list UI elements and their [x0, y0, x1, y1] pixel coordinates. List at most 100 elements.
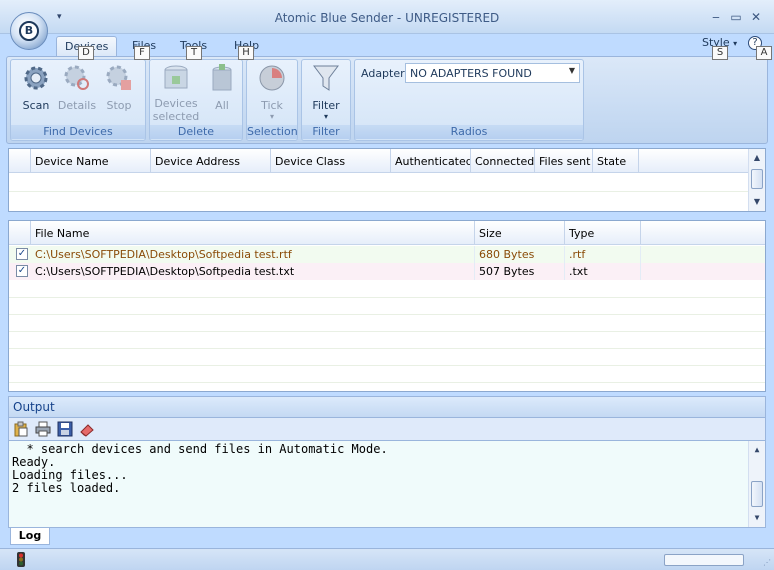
grid-line — [9, 365, 765, 366]
devices-grid-header: Device Name Device Address Device Class … — [9, 149, 749, 173]
scroll-down-icon[interactable]: ▼ — [749, 195, 765, 209]
title-bar: ▾ Atomic Blue Sender - UNREGISTERED ‒ ▭ … — [0, 0, 774, 34]
tick-label: Tick — [261, 99, 283, 112]
tick-dropdown-icon: ▾ — [269, 112, 274, 121]
file-name-cell: C:\Users\SOFTPEDIA\Desktop\Softpedia tes… — [31, 263, 475, 280]
files-grid-header: File Name Size Type — [9, 221, 765, 245]
stop-button[interactable]: Stop — [99, 62, 139, 126]
chevron-down-icon: ▾ — [733, 39, 738, 48]
app-logo: B — [19, 21, 39, 41]
devices-grid[interactable]: Device Name Device Address Device Class … — [8, 148, 766, 212]
trash-selected-icon — [164, 65, 188, 89]
filter-label: Filter — [312, 99, 340, 112]
grid-line — [9, 297, 765, 298]
column-connected[interactable]: Connected — [471, 149, 535, 173]
clipboard-icon[interactable] — [13, 421, 29, 437]
scroll-thumb[interactable] — [751, 481, 763, 507]
close-button[interactable]: ✕ — [748, 10, 764, 24]
funnel-icon — [313, 65, 339, 91]
minimize-button[interactable]: ‒ — [708, 10, 724, 24]
group-label-radios: Radios — [355, 125, 583, 139]
delete-all-label: All — [215, 99, 229, 112]
file-name-cell: C:\Users\SOFTPEDIA\Desktop\Softpedia tes… — [31, 246, 475, 263]
grid-line — [9, 348, 765, 349]
column-type[interactable]: Type — [565, 221, 641, 245]
grid-line — [9, 331, 765, 332]
adapter-label: Adapter: — [361, 67, 409, 80]
group-find-devices: Scan Details Stop Find Devices — [10, 59, 146, 141]
column-state[interactable]: State — [593, 149, 639, 173]
tab-log[interactable]: Log — [10, 528, 50, 545]
keytip-tools: T — [186, 46, 202, 60]
column-file-name[interactable]: File Name — [31, 221, 475, 245]
tick-button[interactable]: Tick ▾ — [252, 62, 292, 126]
adapter-select[interactable]: NO ADAPTERS FOUND ▼ — [405, 63, 580, 83]
file-size-cell: 680 Bytes — [475, 246, 565, 263]
delete-selected-button[interactable]: Devices selected — [152, 62, 200, 126]
log-line: Loading files... — [12, 468, 128, 482]
table-row[interactable]: ✓ C:\Users\SOFTPEDIA\Desktop\Softpedia t… — [9, 263, 765, 280]
status-bar: ⋰ — [0, 548, 774, 570]
grid-line — [9, 382, 765, 383]
delete-all-button[interactable]: All — [202, 62, 242, 126]
delete-selected-label: Devices selected — [152, 97, 200, 123]
application-menu-button[interactable]: B — [10, 12, 48, 50]
devices-check-column — [9, 149, 31, 173]
stop-label: Stop — [106, 99, 132, 112]
keytip-style: S — [712, 46, 728, 60]
traffic-light-icon — [17, 552, 25, 567]
group-delete: Devices selected All Delete — [149, 59, 243, 141]
details-button[interactable]: Details — [57, 62, 97, 126]
scan-label: Scan — [22, 99, 50, 112]
filter-dropdown-icon: ▾ — [323, 112, 328, 121]
log-scrollbar[interactable]: ▲ ▼ — [748, 441, 765, 527]
scroll-thumb[interactable] — [751, 169, 763, 189]
group-label-delete: Delete — [150, 125, 242, 139]
window-title: Atomic Blue Sender - UNREGISTERED — [274, 11, 500, 25]
scan-button[interactable]: Scan — [16, 62, 56, 126]
eraser-icon[interactable] — [79, 421, 95, 437]
maximize-button[interactable]: ▭ — [728, 10, 744, 24]
keytip-help-button: A — [756, 46, 772, 60]
resize-grip-icon[interactable]: ⋰ — [763, 558, 771, 567]
column-size[interactable]: Size — [475, 221, 565, 245]
file-size-cell: 507 Bytes — [475, 263, 565, 280]
table-row[interactable]: ✓ C:\Users\SOFTPEDIA\Desktop\Softpedia t… — [9, 246, 765, 263]
ribbon-tabs: Devices Files Tools Help — [0, 34, 774, 56]
files-grid[interactable]: File Name Size Type ✓ C:\Users\SOFTPEDIA… — [8, 220, 766, 392]
column-files-sent[interactable]: Files sent — [535, 149, 593, 173]
ribbon-panel: Scan Details Stop Find Devices Devices s… — [6, 56, 768, 144]
scroll-down-icon[interactable]: ▼ — [749, 511, 765, 525]
log-line: 2 files loaded. — [12, 481, 121, 495]
keytip-help: H — [238, 46, 254, 60]
column-device-class[interactable]: Device Class — [271, 149, 391, 173]
column-device-address[interactable]: Device Address — [151, 149, 271, 173]
row-checkbox[interactable]: ✓ — [16, 265, 28, 277]
file-type-cell: .txt — [565, 263, 641, 280]
devices-scrollbar[interactable]: ▲ ▼ — [748, 149, 765, 211]
adapter-value: NO ADAPTERS FOUND — [410, 67, 532, 80]
group-label-filter: Filter — [302, 125, 350, 139]
group-label-selection: Selection — [247, 125, 298, 139]
log-output[interactable]: * search devices and send files in Autom… — [8, 440, 766, 528]
group-label-find-devices: Find Devices — [11, 125, 145, 139]
group-filter: Filter ▾ Filter — [301, 59, 351, 141]
keytip-files: F — [134, 46, 150, 60]
gear-icon — [24, 66, 48, 90]
column-device-name[interactable]: Device Name — [31, 149, 151, 173]
group-radios: Adapter: NO ADAPTERS FOUND ▼ Radios — [354, 59, 584, 141]
file-type-cell: .rtf — [565, 246, 641, 263]
row-checkbox[interactable]: ✓ — [16, 248, 28, 260]
print-icon[interactable] — [35, 421, 51, 437]
trash-all-icon — [212, 64, 232, 91]
chevron-down-icon: ▼ — [568, 66, 575, 75]
stop-gear-icon — [106, 65, 131, 90]
grid-divider — [9, 191, 749, 192]
files-check-column — [9, 221, 31, 245]
filter-button[interactable]: Filter ▾ — [306, 62, 346, 126]
column-authenticated[interactable]: Authenticated — [391, 149, 471, 173]
save-icon[interactable] — [57, 421, 73, 437]
details-gear-icon — [64, 65, 89, 90]
scroll-up-icon[interactable]: ▲ — [749, 443, 765, 457]
scroll-up-icon[interactable]: ▲ — [749, 151, 765, 165]
